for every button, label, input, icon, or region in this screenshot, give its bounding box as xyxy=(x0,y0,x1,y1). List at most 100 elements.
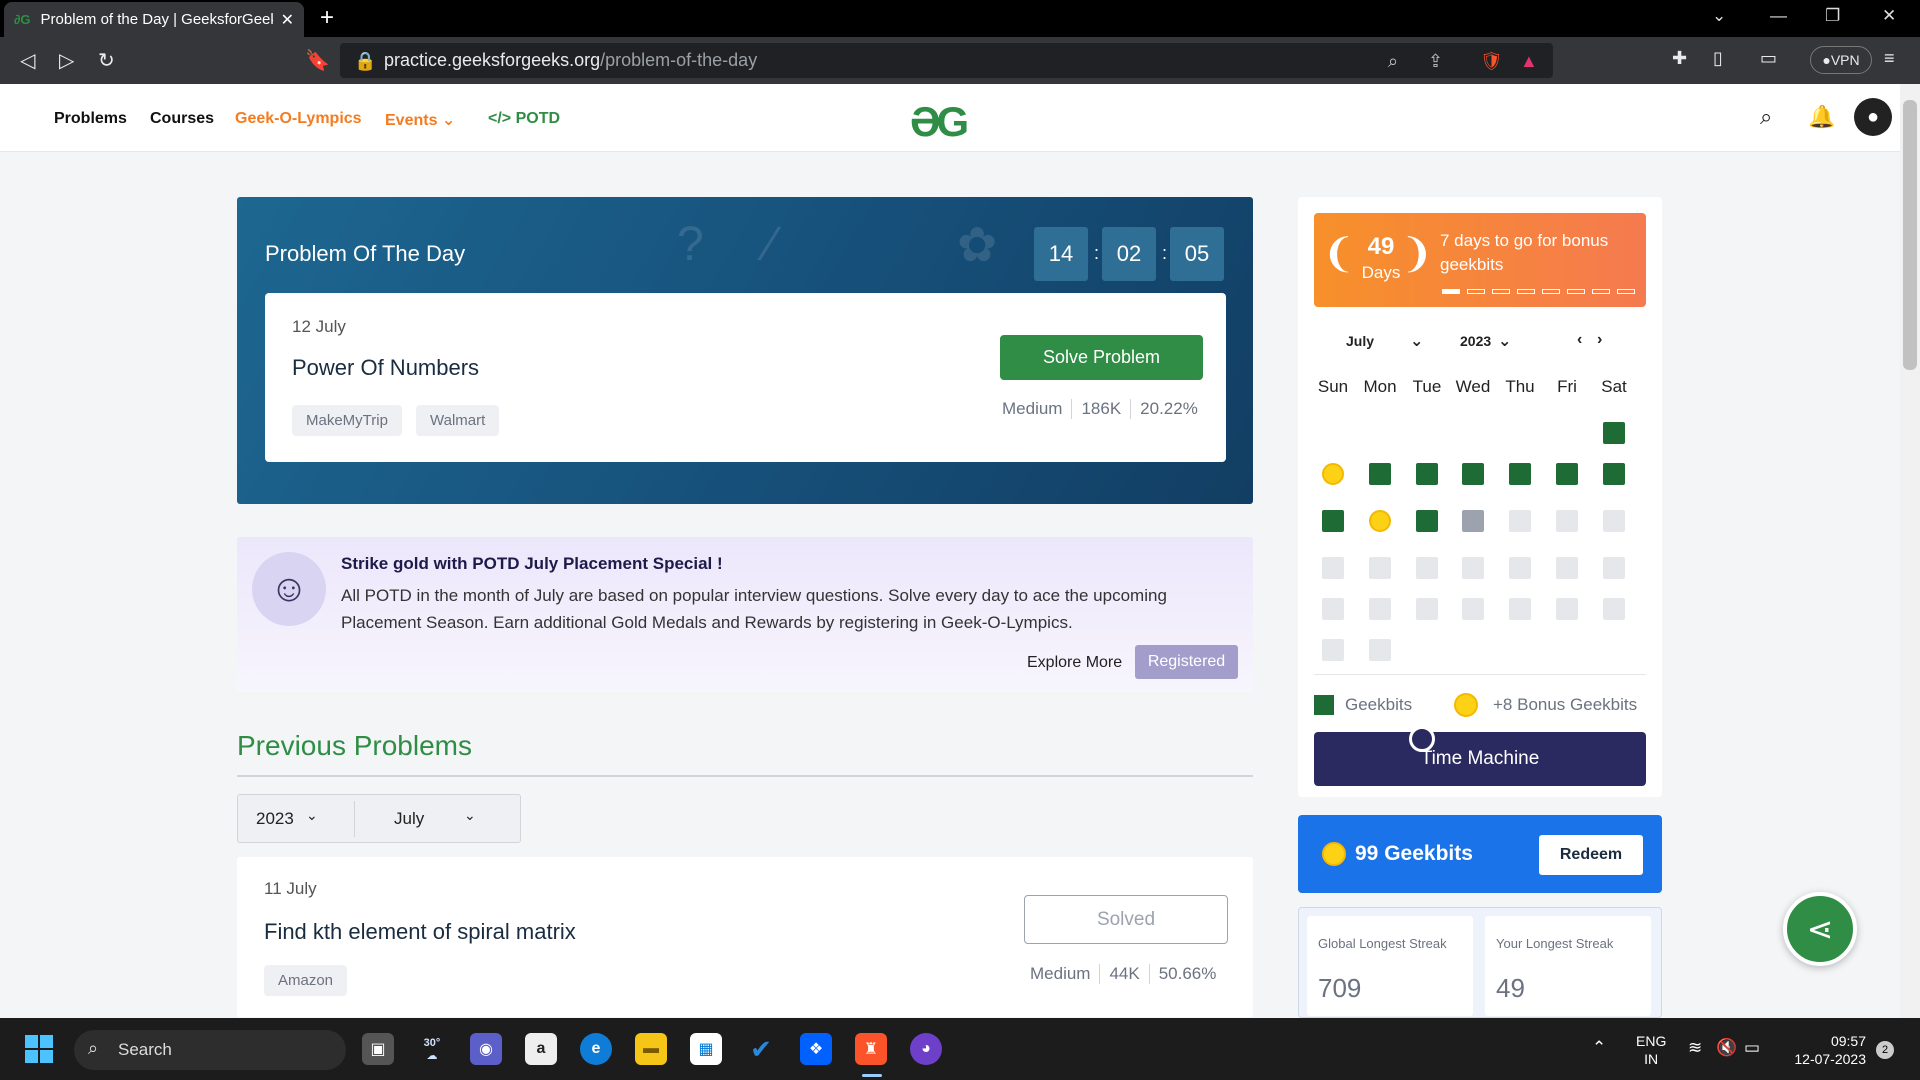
calendar-day-future[interactable] xyxy=(1322,639,1344,661)
dropbox-icon[interactable]: ❖ xyxy=(800,1033,832,1065)
maximize-icon[interactable]: ❐ xyxy=(1825,6,1840,26)
calendar-day-future[interactable] xyxy=(1603,598,1625,620)
extensions-icon[interactable]: ✚ xyxy=(1672,48,1687,69)
solved-button[interactable]: Solved xyxy=(1024,895,1228,944)
prev-month-icon[interactable]: ‹ xyxy=(1577,331,1582,349)
user-avatar-icon[interactable]: ● xyxy=(1854,98,1892,136)
registered-button[interactable]: Registered xyxy=(1135,645,1238,679)
calendar-day-future[interactable] xyxy=(1416,598,1438,620)
calendar-day-future[interactable] xyxy=(1416,557,1438,579)
company-tag[interactable]: MakeMyTrip xyxy=(292,405,402,436)
forward-icon[interactable]: ▷ xyxy=(59,48,74,73)
back-icon[interactable]: ◁ xyxy=(20,48,35,73)
clock[interactable]: 09:57 12-07-2023 xyxy=(1786,1032,1866,1068)
calendar-day-future[interactable] xyxy=(1509,598,1531,620)
sidebar-icon[interactable]: ▯ xyxy=(1713,48,1723,69)
nav-courses[interactable]: Courses xyxy=(150,110,214,128)
redeem-button[interactable]: Redeem xyxy=(1539,835,1643,875)
calendar-day-future[interactable] xyxy=(1556,510,1578,532)
battery-icon[interactable]: ▭ xyxy=(1744,1038,1760,1058)
company-tag[interactable]: Walmart xyxy=(416,405,500,436)
calendar-day-bonus[interactable] xyxy=(1369,510,1391,532)
calendar-day-future[interactable] xyxy=(1556,598,1578,620)
close-tab-icon[interactable]: ✕ xyxy=(281,10,294,30)
explore-more-link[interactable]: Explore More xyxy=(1027,654,1122,672)
file-explorer-icon[interactable]: ▬ xyxy=(635,1033,667,1065)
windows-start-icon[interactable] xyxy=(25,1035,53,1063)
calendar-day-solved[interactable] xyxy=(1462,463,1484,485)
calendar-day-solved[interactable] xyxy=(1322,510,1344,532)
share-page-icon[interactable]: ⇪ xyxy=(1428,51,1443,72)
problem-title[interactable]: Find kth element of spiral matrix xyxy=(264,919,576,945)
calendar-day-future[interactable] xyxy=(1603,557,1625,579)
calendar-day-future[interactable] xyxy=(1509,510,1531,532)
solve-problem-button[interactable]: Solve Problem xyxy=(1000,335,1203,380)
calendar-day-solved[interactable] xyxy=(1556,463,1578,485)
next-month-icon[interactable]: › xyxy=(1597,331,1602,349)
bell-icon[interactable]: 🔔 xyxy=(1808,104,1835,130)
potd-problem-title[interactable]: Power Of Numbers xyxy=(292,355,479,381)
calendar-month-select[interactable]: July xyxy=(1346,333,1374,349)
brave-icon[interactable]: ♜ xyxy=(855,1033,887,1065)
nav-potd[interactable]: </> POTD xyxy=(488,110,560,128)
calendar-day-solved[interactable] xyxy=(1369,463,1391,485)
calendar-day-future[interactable] xyxy=(1369,557,1391,579)
volume-muted-icon[interactable]: 🔇 xyxy=(1716,1038,1737,1058)
search-icon[interactable]: ⌕ xyxy=(1760,104,1772,130)
reload-icon[interactable]: ↻ xyxy=(98,48,115,73)
bookmark-icon[interactable]: 🔖 xyxy=(305,48,330,73)
url-field[interactable]: 🔒 practice.geeksforgeeks.org/problem-of-… xyxy=(340,43,1553,78)
vpn-button[interactable]: ● VPN xyxy=(1810,46,1872,74)
new-tab-icon[interactable]: + xyxy=(320,4,334,32)
calendar-day-bonus[interactable] xyxy=(1322,463,1344,485)
wifi-icon[interactable]: ≋ xyxy=(1688,1038,1702,1058)
taskbar-search[interactable]: ⌕ Search xyxy=(74,1030,346,1070)
calendar-day-solved[interactable] xyxy=(1603,463,1625,485)
calendar-day-future[interactable] xyxy=(1369,639,1391,661)
calendar-day-future[interactable] xyxy=(1509,557,1531,579)
teams-chat-icon[interactable]: ◉ xyxy=(470,1033,502,1065)
chevron-down-icon[interactable]: ⌄ xyxy=(1410,331,1423,351)
language-indicator[interactable]: ENG IN xyxy=(1636,1032,1666,1068)
task-view-icon[interactable]: ▣ xyxy=(362,1033,394,1065)
todo-icon[interactable]: ✔ xyxy=(745,1033,777,1065)
calendar-day-solved[interactable] xyxy=(1603,422,1625,444)
zoom-icon[interactable]: ⌕ xyxy=(1388,51,1398,72)
chevron-up-icon[interactable]: ⌃ xyxy=(1592,1038,1606,1058)
time-machine-button[interactable]: Time Machine xyxy=(1314,732,1646,786)
notification-badge[interactable]: 2 xyxy=(1876,1041,1894,1059)
github-icon[interactable]: ◕ xyxy=(910,1033,942,1065)
minimize-icon[interactable]: — xyxy=(1770,6,1787,26)
chevron-down-icon[interactable]: ⌄ xyxy=(306,807,318,824)
calendar-day-future[interactable] xyxy=(1462,598,1484,620)
close-window-icon[interactable]: ✕ xyxy=(1882,6,1896,26)
chevron-down-icon[interactable]: ⌄ xyxy=(464,807,476,824)
calendar-day-solved[interactable] xyxy=(1416,510,1438,532)
amazon-icon[interactable]: a xyxy=(525,1033,557,1065)
gfg-logo[interactable]: ƏG xyxy=(910,98,969,146)
company-tag[interactable]: Amazon xyxy=(264,965,348,996)
calendar-day-solved[interactable] xyxy=(1509,463,1531,485)
wallet-icon[interactable]: ▭ xyxy=(1760,48,1777,69)
calendar-year-select[interactable]: 2023 xyxy=(1460,333,1491,349)
store-icon[interactable]: ▦ xyxy=(690,1033,722,1065)
nav-geek-o-lympics[interactable]: Geek-O-Lympics xyxy=(235,110,362,128)
calendar-day-future[interactable] xyxy=(1322,557,1344,579)
menu-icon[interactable]: ≡ xyxy=(1884,48,1895,69)
share-icon[interactable]: ⋖ xyxy=(1783,892,1857,966)
calendar-day-future[interactable] xyxy=(1556,557,1578,579)
calendar-day-missed[interactable] xyxy=(1462,510,1484,532)
calendar-day-future[interactable] xyxy=(1462,557,1484,579)
calendar-day-future[interactable] xyxy=(1322,598,1344,620)
nav-problems[interactable]: Problems xyxy=(54,110,127,128)
weather-icon[interactable]: 30° ☁ xyxy=(416,1033,448,1065)
brave-shields-icon[interactable]: 🛡 xyxy=(1480,51,1503,72)
tab-search-icon[interactable]: ⌄ xyxy=(1712,6,1726,26)
browser-tab[interactable]: ∂G Problem of the Day | GeeksforGeeks ✕ xyxy=(4,2,304,37)
chevron-down-icon[interactable]: ⌄ xyxy=(1498,331,1511,351)
year-select[interactable]: 2023 xyxy=(256,809,294,829)
calendar-day-future[interactable] xyxy=(1369,598,1391,620)
calendar-day-solved[interactable] xyxy=(1416,463,1438,485)
edge-icon[interactable]: e xyxy=(580,1033,612,1065)
brave-rewards-icon[interactable]: ▲ xyxy=(1520,51,1538,72)
